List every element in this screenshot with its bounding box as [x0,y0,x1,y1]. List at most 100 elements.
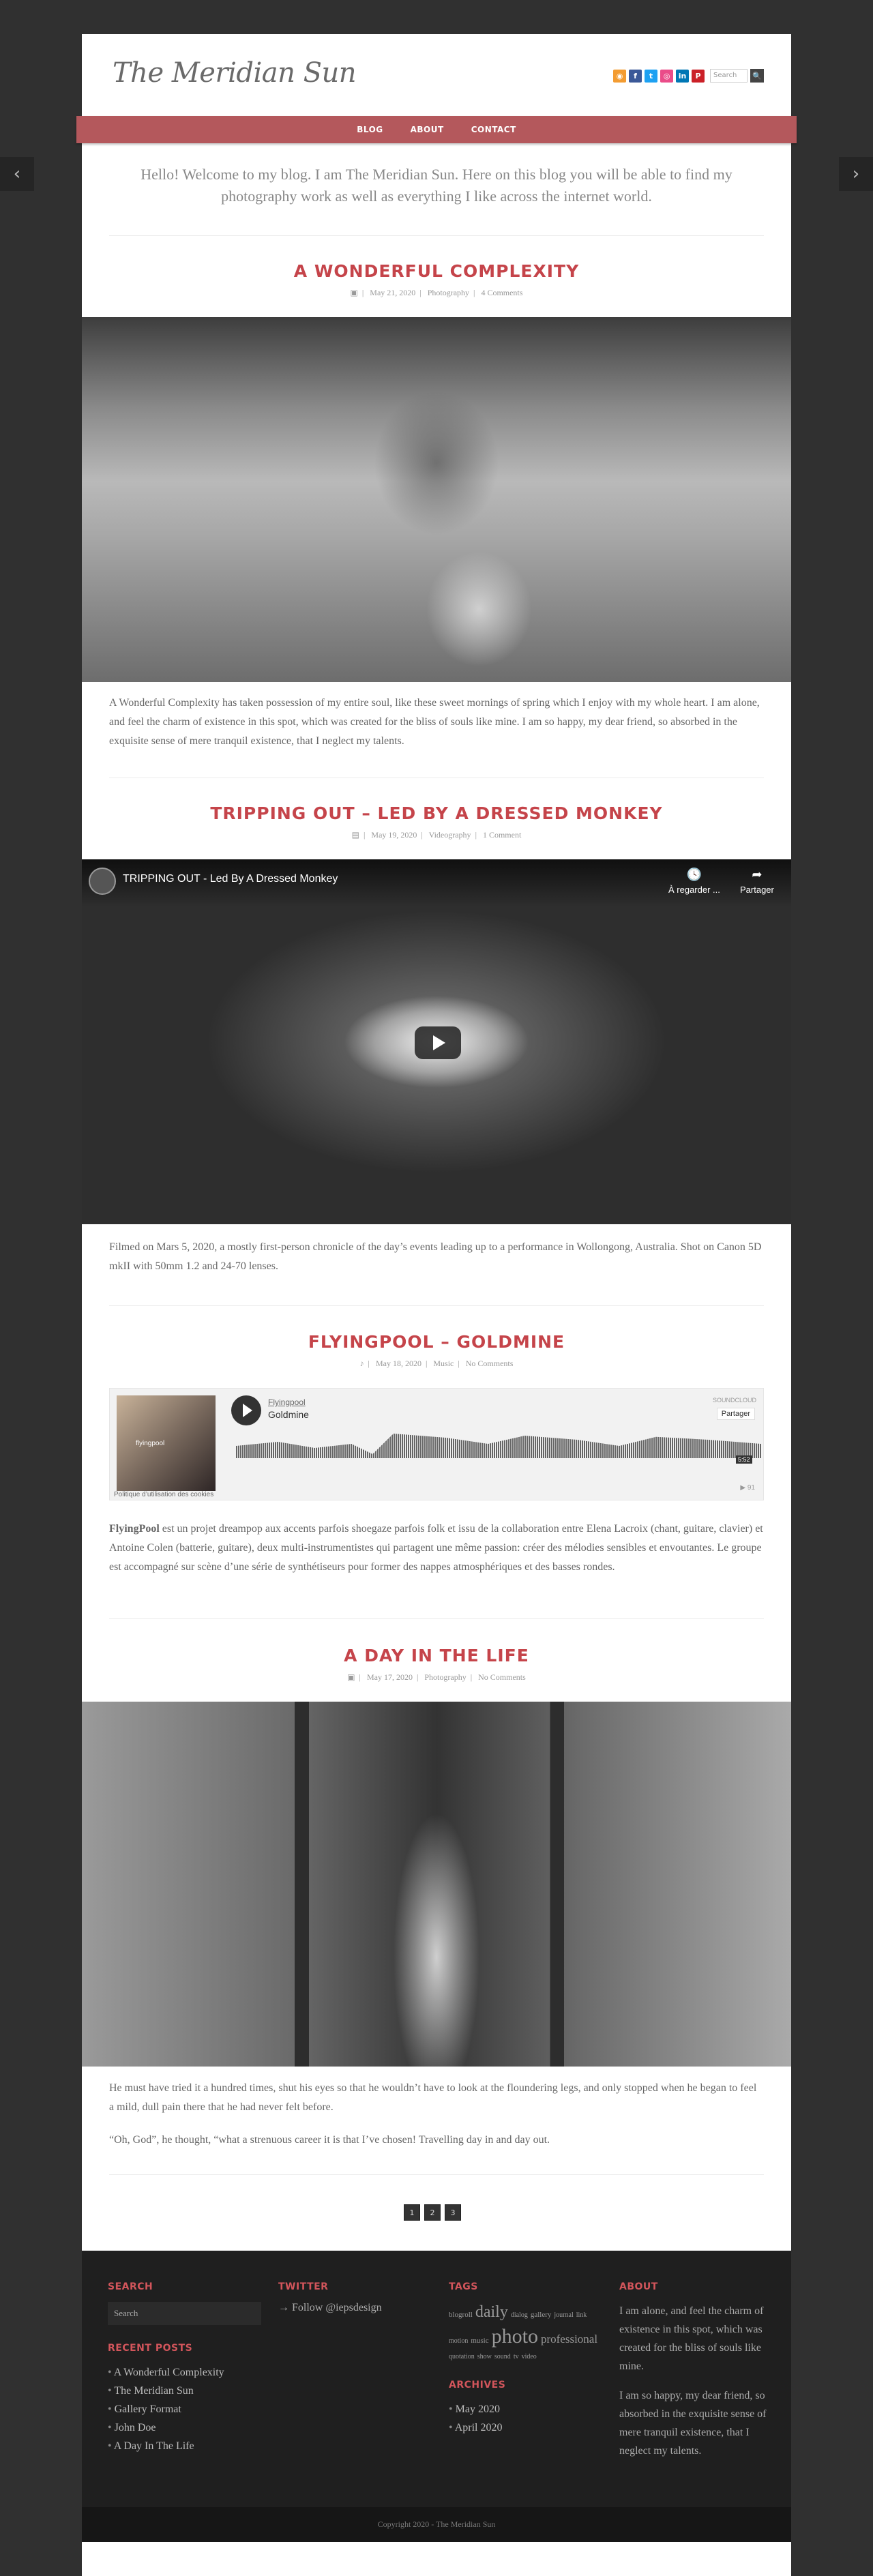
copyright: Copyright 2020 - The Meridian Sun [82,2507,791,2542]
tag-link[interactable]: blogroll [449,2310,473,2320]
footer-col-tags: TAGS blogroll daily dialog gallery journal li… [449,2281,602,2437]
post-featured-image[interactable] [82,317,791,682]
track-title[interactable]: Goldmine [268,1409,309,1420]
post-title[interactable]: TRIPPING OUT – LED BY A DRESSED MONKEY [0,803,873,823]
slider-next-button[interactable]: › [839,157,873,191]
tag-link[interactable]: journal [554,2311,573,2320]
tag-link[interactable]: video [522,2352,537,2361]
play-icon[interactable] [415,1026,461,1059]
album-art-label: flyingpool [136,1440,165,1447]
soundcloud-logo[interactable]: SOUNDCLOUD [713,1397,756,1404]
slider-prev-button[interactable]: ‹ [0,157,34,191]
post-excerpt: “Oh, God”, he thought, “what a strenuous… [109,2134,550,2146]
play-count: ▶ 91 [740,1484,755,1492]
archive-link[interactable]: May 2020 [449,2400,602,2418]
social-bar: ◉ f t ◎ in P Search 🔍 [613,69,764,83]
share-button[interactable]: Partager [716,1408,755,1420]
post-date: May 21, 2020 [370,288,416,297]
recent-post-link[interactable]: The Meridian Sun [108,2382,261,2400]
header-search-input[interactable]: Search [710,69,748,83]
page-1-button[interactable]: 1 [404,2204,420,2221]
recent-post-link[interactable]: John Doe [108,2418,261,2437]
watch-later-button[interactable]: 🕓 À regarder ... [668,868,720,895]
cookie-policy-link[interactable]: Politique d’utilisation des cookies [114,1491,213,1498]
recent-post-link[interactable]: Gallery Format [108,2400,261,2418]
about-text: I am alone, and feel the charm of existe… [619,2305,764,2372]
site-logo[interactable]: The Meridian Sun [113,57,357,89]
tag-link[interactable]: quotation [449,2352,475,2361]
dribbble-icon[interactable]: ◎ [660,69,673,83]
play-icon[interactable] [231,1395,261,1425]
nav-item-blog[interactable]: BLOG [357,125,383,134]
post-title[interactable]: FLYINGPOOL – GOLDMINE [0,1332,873,1352]
share-button[interactable]: ➦ Partager [740,868,774,895]
footer-search-input[interactable]: Search [108,2302,261,2325]
linkedin-icon[interactable]: in [676,69,689,83]
post-category-link[interactable]: Photography [428,288,469,297]
rss-icon[interactable]: ◉ [613,69,626,83]
track-duration: 5:52 [736,1455,752,1464]
post-meta: ▣ | May 21, 2020 | Photography | 4 Comments [350,288,523,297]
post-featured-image[interactable] [82,1702,791,2067]
channel-avatar[interactable] [89,868,116,895]
post-meta: ♪ | May 18, 2020 | Music | No Comments [359,1359,514,1368]
post-title[interactable]: A WONDERFUL COMPLEXITY [0,261,873,281]
video-embed[interactable]: TRIPPING OUT - Led By A Dressed Monkey 🕓… [82,859,791,1224]
footer-col-search: SEARCH Search RECENT POSTS A Wonderful C… [108,2281,261,2455]
tag-link[interactable]: motion [449,2337,468,2345]
waveform[interactable] [236,1434,761,1458]
post-excerpt: A Wonderful Complexity has taken possess… [109,697,760,747]
post-category-link[interactable]: Music [433,1359,454,1368]
twitter-heading: TWITTER [278,2281,329,2292]
post-comments-link[interactable]: No Comments [478,1672,526,1682]
footer-search-heading: SEARCH [108,2281,153,2292]
album-art[interactable]: flyingpool [117,1395,216,1491]
post-category-link[interactable]: Videography [429,830,471,840]
archives-heading: ARCHIVES [449,2380,506,2391]
twitter-follow-link[interactable]: → Follow @iepsdesign [278,2302,432,2314]
tag-link[interactable]: show [477,2352,492,2361]
tag-link[interactable]: daily [475,2302,508,2323]
post-comments-link[interactable]: No Comments [466,1359,514,1368]
watch-later-label: À regarder ... [668,885,720,895]
tag-link[interactable]: sound [494,2352,511,2361]
archive-link[interactable]: April 2020 [449,2418,602,2437]
facebook-icon[interactable]: f [629,69,642,83]
site-header: The Meridian Sun ◉ f t ◎ in P Search 🔍 [82,34,791,116]
tag-link[interactable]: photo [492,2323,538,2350]
recent-post-link[interactable]: A Wonderful Complexity [108,2363,261,2382]
divider [109,2174,764,2175]
video-icon: ▤ [351,830,360,840]
share-icon: ➦ [752,868,763,881]
post-category-link[interactable]: Photography [424,1672,466,1682]
post-comments-link[interactable]: 4 Comments [481,288,522,297]
tag-link[interactable]: music [471,2336,488,2345]
twitter-icon[interactable]: t [645,69,657,83]
tag-link[interactable]: dialog [511,2311,528,2320]
video-title[interactable]: TRIPPING OUT - Led By A Dressed Monkey [123,873,338,885]
main-navigation: BLOG ABOUT CONTACT [76,116,797,143]
image-icon: ▣ [350,288,358,297]
post-meta: ▤ | May 19, 2020 | Videography | 1 Comment [351,830,522,840]
post-comments-link[interactable]: 1 Comment [483,830,521,840]
page-2-button[interactable]: 2 [424,2204,441,2221]
tag-link[interactable]: professional [541,2332,597,2347]
post-title[interactable]: A DAY IN THE LIFE [0,1646,873,1665]
tag-link[interactable]: link [576,2311,587,2320]
search-icon[interactable]: 🔍 [750,69,764,83]
nav-item-contact[interactable]: CONTACT [471,125,516,134]
soundcloud-player: flyingpool Flyingpool Goldmine SOUNDCLOU… [109,1388,764,1500]
pinterest-icon[interactable]: P [692,69,705,83]
tag-link[interactable]: gallery [531,2310,552,2320]
footer-col-twitter: TWITTER → Follow @iepsdesign [278,2281,432,2314]
track-artist-link[interactable]: Flyingpool [268,1397,306,1407]
image-icon: ▣ [347,1672,355,1682]
post-excerpt-body: est un projet dreampop aux accents parfo… [109,1523,763,1573]
post-date: May 18, 2020 [375,1359,421,1368]
tag-cloud: blogroll daily dialog gallery journal link mot… [449,2302,602,2362]
tags-heading: TAGS [449,2281,478,2292]
page-3-button[interactable]: 3 [445,2204,461,2221]
recent-post-link[interactable]: A Day In The Life [108,2437,261,2455]
nav-item-about[interactable]: ABOUT [411,125,444,134]
tag-link[interactable]: tv [514,2352,519,2361]
